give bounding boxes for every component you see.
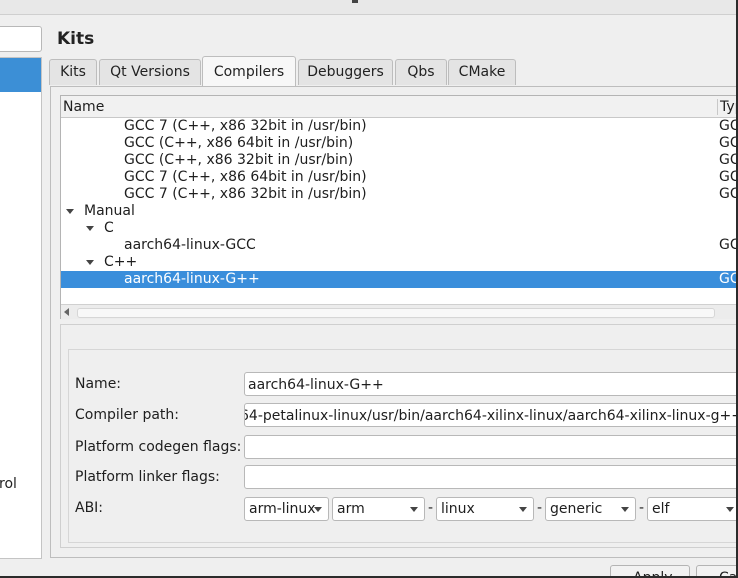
tab-qt-versions[interactable]: Qt Versions xyxy=(99,59,201,85)
abi-separator: - xyxy=(537,500,543,516)
compiler-type: GC xyxy=(719,169,736,185)
compiler-type: GC xyxy=(719,271,736,287)
tree-row[interactable]: aarch64-linux-GCC GC xyxy=(61,237,736,254)
cancel-button[interactable]: Ca xyxy=(696,565,736,576)
tab-kits[interactable]: Kits xyxy=(49,59,97,85)
tab-compilers[interactable]: Compilers xyxy=(202,56,296,86)
expand-arrow-icon[interactable] xyxy=(66,209,74,214)
tree-header: Name Typ xyxy=(61,96,736,118)
codegen-flags-label: Platform codegen flags: xyxy=(75,439,242,455)
compiler-name: GCC 7 (C++, x86 32bit in /usr/bin) xyxy=(124,186,367,202)
linker-flags-label: Platform linker flags: xyxy=(75,469,220,485)
combo-value: elf xyxy=(652,501,670,517)
chevron-down-icon xyxy=(314,507,322,512)
page-title: Kits xyxy=(57,29,95,49)
chevron-down-icon xyxy=(726,507,734,512)
column-header-type[interactable]: Typ xyxy=(717,99,736,115)
group-label: Manual xyxy=(84,203,135,219)
compiler-path-input[interactable]: x86_64-petalinux-linux/usr/bin/aarch64-x… xyxy=(244,403,736,427)
chevron-down-icon xyxy=(621,507,629,512)
apply-button[interactable]: Apply xyxy=(610,565,690,576)
combo-value: generic xyxy=(550,501,603,517)
tree-row[interactable]: GCC 7 (C++, x86 32bit in /usr/bin) GC xyxy=(61,118,736,135)
scrollbar-thumb[interactable] xyxy=(77,308,715,318)
group-label: C++ xyxy=(104,254,138,270)
combo-value: arm xyxy=(337,501,365,517)
abi-arch-select[interactable]: arm xyxy=(332,497,425,521)
chevron-down-icon xyxy=(519,507,527,512)
combo-value: linux xyxy=(441,501,475,517)
tab-debuggers[interactable]: Debuggers xyxy=(298,59,393,85)
tree-group-c[interactable]: C xyxy=(61,220,736,237)
compiler-path-label: Compiler path: xyxy=(75,407,180,423)
chevron-down-icon xyxy=(410,507,418,512)
abi-label: ABI: xyxy=(75,500,104,516)
abi-format-select[interactable]: elf xyxy=(647,497,736,521)
expand-arrow-icon[interactable] xyxy=(86,226,94,231)
compiler-type: GC xyxy=(719,237,736,253)
tree-row[interactable]: GCC (C++, x86 64bit in /usr/bin) GC xyxy=(61,135,736,152)
tree-group-cpp[interactable]: C++ xyxy=(61,254,736,271)
compiler-path-value: x86_64-petalinux-linux/usr/bin/aarch64-x… xyxy=(244,408,736,424)
filter-input[interactable] xyxy=(0,26,42,52)
compiler-type: GC xyxy=(719,118,736,134)
category-list[interactable]: rol xyxy=(0,57,42,559)
title-bar xyxy=(0,0,736,15)
abi-flavor-select[interactable]: generic xyxy=(545,497,636,521)
compiler-name: GCC (C++, x86 64bit in /usr/bin) xyxy=(124,135,354,151)
scroll-left-arrow-icon[interactable] xyxy=(64,308,69,316)
expand-arrow-icon[interactable] xyxy=(86,260,94,265)
codegen-flags-input[interactable] xyxy=(244,435,736,459)
tab-qbs[interactable]: Qbs xyxy=(395,59,447,85)
compiler-name: GCC (C++, x86 32bit in /usr/bin) xyxy=(124,152,354,168)
category-label-fragment: rol xyxy=(0,476,17,492)
name-input[interactable]: aarch64-linux-G++ xyxy=(244,372,736,396)
compiler-type: GC xyxy=(719,152,736,168)
compiler-type: GC xyxy=(719,186,736,202)
compiler-name: aarch64-linux-GCC xyxy=(124,237,256,253)
tab-cmake[interactable]: CMake xyxy=(448,59,516,85)
linker-flags-input[interactable] xyxy=(244,465,736,489)
horizontal-scrollbar[interactable] xyxy=(61,304,736,319)
compiler-name: aarch64-linux-G++ xyxy=(124,271,260,287)
abi-separator: - xyxy=(428,500,434,516)
tree-row[interactable]: GCC 7 (C++, x86 32bit in /usr/bin) GC xyxy=(61,186,736,203)
abi-os-select[interactable]: linux xyxy=(436,497,534,521)
compiler-name: GCC 7 (C++, x86 64bit in /usr/bin) xyxy=(124,169,367,185)
title-fragment xyxy=(352,0,358,3)
tree-row[interactable]: GCC 7 (C++, x86 64bit in /usr/bin) GC xyxy=(61,169,736,186)
tree-group-manual[interactable]: Manual xyxy=(61,203,736,220)
abi-separator: - xyxy=(639,500,645,516)
tree-row-selected[interactable]: aarch64-linux-G++ GC xyxy=(61,271,736,288)
compiler-type: GC xyxy=(719,135,736,151)
combo-value: arm-linux xyxy=(249,501,316,517)
group-label: C xyxy=(104,220,114,236)
compiler-name: GCC 7 (C++, x86 32bit in /usr/bin) xyxy=(124,118,367,134)
abi-architecture-select[interactable]: arm-linux xyxy=(244,497,329,521)
compiler-tree[interactable]: Name Typ GCC 7 (C++, x86 32bit in /usr/b… xyxy=(60,95,736,319)
column-header-name[interactable]: Name xyxy=(63,99,104,115)
name-label: Name: xyxy=(75,376,122,392)
category-item-selected[interactable] xyxy=(0,58,41,92)
options-window: rol Kits Kits Qt Versions Compilers Debu… xyxy=(0,0,736,576)
tree-row[interactable]: GCC (C++, x86 32bit in /usr/bin) GC xyxy=(61,152,736,169)
